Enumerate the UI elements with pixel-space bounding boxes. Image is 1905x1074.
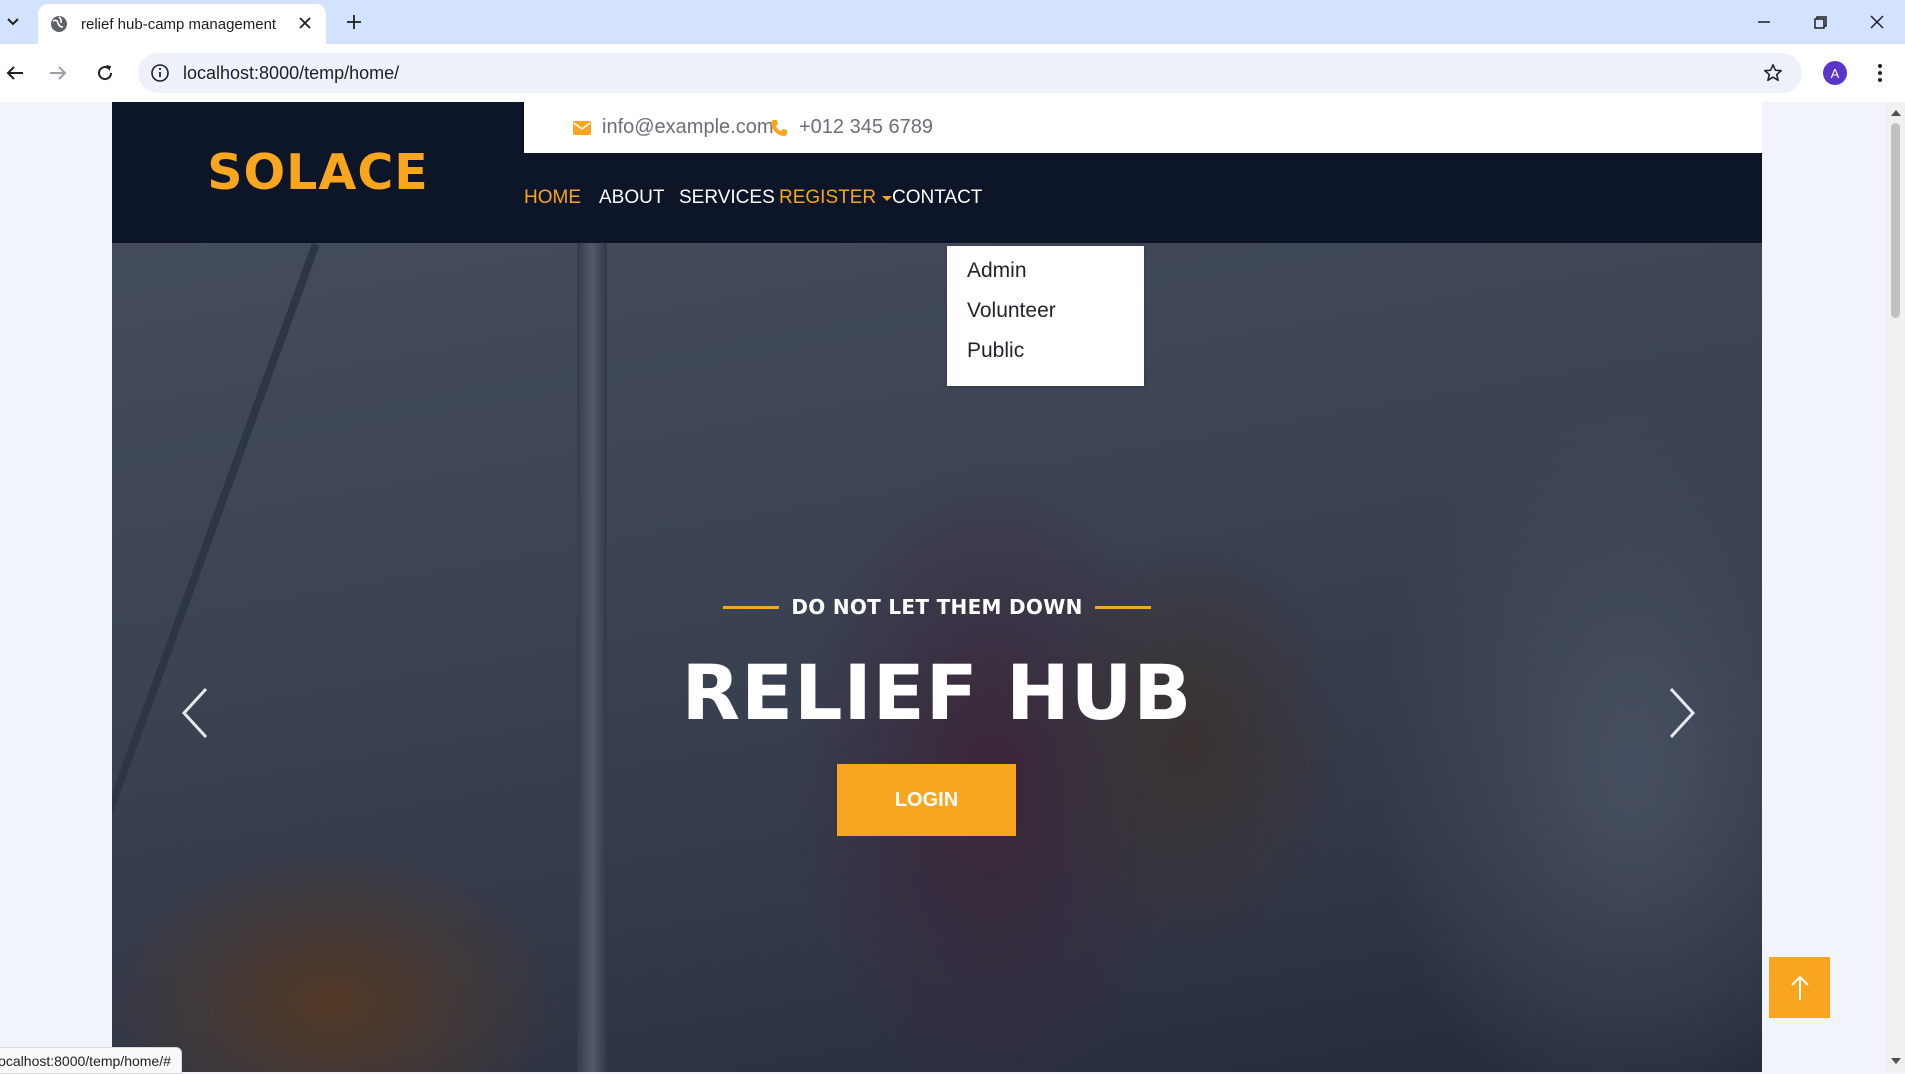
nav-home[interactable]: HOME	[524, 153, 581, 243]
scroll-down-arrow[interactable]	[1891, 1058, 1901, 1064]
nav-contact-label: CONTACT	[892, 187, 983, 208]
phone-text: +012 345 6789	[799, 116, 934, 138]
menu-kebab-icon[interactable]	[1870, 60, 1890, 86]
url-text[interactable]: localhost:8000/temp/home/	[183, 63, 399, 84]
tab-title: relief hub-camp management	[81, 15, 277, 33]
tab-list-icon[interactable]	[0, 7, 26, 37]
main-navbar: HOME ABOUT SERVICES REGISTER CONTACT	[524, 153, 1762, 243]
link-status-bubble: localhost:8000/temp/home/#	[0, 1047, 182, 1074]
phone-contact: +012 345 6789	[770, 102, 933, 153]
arrow-up-icon	[1790, 975, 1809, 1000]
browser-tab-bar: relief hub-camp management	[0, 0, 1905, 44]
site-info-icon[interactable]	[150, 63, 170, 83]
reload-icon[interactable]	[93, 61, 117, 85]
nav-about[interactable]: ABOUT	[599, 153, 664, 243]
hero-carousel: DO NOT LET THEM DOWN RELIEF HUB LOGIN	[112, 243, 1762, 1072]
bookmark-star-icon[interactable]	[1762, 62, 1784, 84]
brand-name: SOLACE	[207, 144, 429, 201]
browser-tab[interactable]: relief hub-camp management	[38, 4, 326, 44]
status-url: localhost:8000/temp/home/#	[0, 1052, 171, 1069]
contact-topbar: info@example.com +012 345 6789	[524, 102, 1762, 153]
nav-about-label: ABOUT	[599, 187, 665, 208]
nav-services[interactable]: SERVICES	[679, 153, 775, 243]
scroll-up-arrow[interactable]	[1891, 110, 1901, 116]
page-viewport: SOLACE info@example.com +012 345 6789 HO…	[0, 102, 1886, 1072]
hero-title: RELIEF HUB	[681, 648, 1193, 737]
hero-subtitle-row: DO NOT LET THEM DOWN	[112, 595, 1762, 619]
subtitle-line-left	[723, 605, 780, 609]
close-icon[interactable]	[296, 14, 314, 32]
email-text: info@example.com	[602, 116, 774, 138]
minimize-icon[interactable]	[1752, 10, 1776, 34]
dropdown-item-admin[interactable]: Admin	[967, 259, 1027, 283]
window-close-icon[interactable]	[1865, 10, 1889, 34]
restore-icon[interactable]	[1808, 10, 1832, 34]
nav-register[interactable]: REGISTER	[779, 153, 893, 243]
new-tab-icon[interactable]	[343, 11, 365, 33]
login-button[interactable]: LOGIN	[837, 764, 1016, 836]
scrollbar-thumb[interactable]	[1891, 123, 1900, 318]
email-contact: info@example.com	[573, 102, 773, 153]
nav-home-label: HOME	[524, 187, 581, 208]
forward-icon[interactable]	[46, 61, 70, 85]
subtitle-line-right	[1094, 605, 1151, 609]
back-icon[interactable]	[3, 61, 27, 85]
chevron-right-icon[interactable]	[1665, 685, 1699, 741]
nav-contact[interactable]: CONTACT	[892, 153, 982, 243]
register-dropdown-menu: Admin Volunteer Public	[947, 246, 1144, 386]
globe-icon	[51, 16, 67, 32]
caret-down-icon	[882, 195, 893, 201]
dropdown-item-public[interactable]: Public	[967, 339, 1024, 363]
brand-logo[interactable]: SOLACE	[112, 102, 524, 243]
profile-avatar[interactable]: A	[1823, 61, 1847, 85]
nav-services-label: SERVICES	[679, 187, 775, 208]
hero-subtitle: DO NOT LET THEM DOWN	[791, 595, 1083, 619]
chevron-left-icon[interactable]	[178, 685, 212, 741]
back-to-top-button[interactable]	[1769, 957, 1830, 1018]
address-bar[interactable]: localhost:8000/temp/home/	[138, 53, 1802, 93]
dropdown-item-volunteer[interactable]: Volunteer	[967, 299, 1056, 323]
phone-icon	[771, 119, 787, 136]
nav-register-label: REGISTER	[779, 187, 877, 208]
envelope-icon	[573, 120, 591, 135]
page-container: SOLACE info@example.com +012 345 6789 HO…	[112, 102, 1762, 1072]
